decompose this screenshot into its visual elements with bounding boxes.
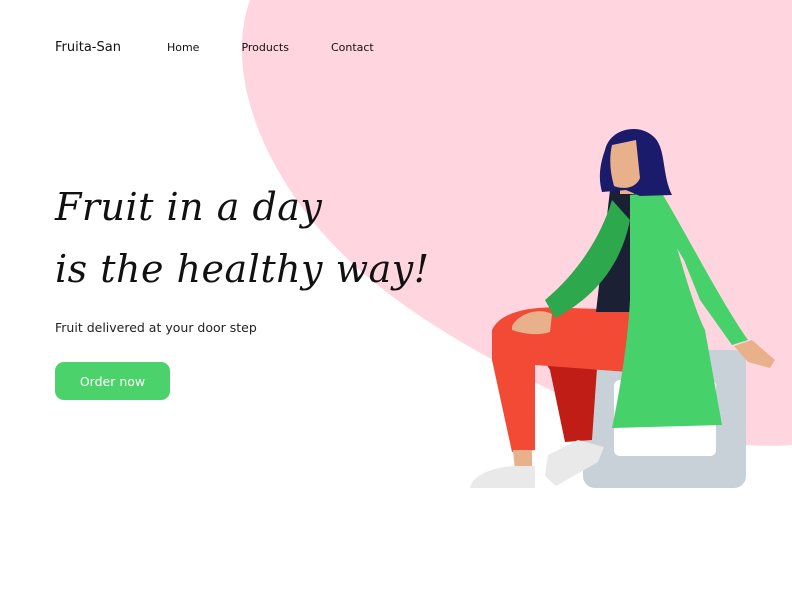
hero-title: Fruit in a day is the healthy way! bbox=[55, 176, 430, 300]
order-now-button[interactable]: Order now bbox=[55, 362, 170, 400]
woman-sitting-illustration-icon bbox=[470, 128, 775, 488]
nav-link-products[interactable]: Products bbox=[241, 41, 289, 54]
landing-page: Fruita-San Home Products Contact Fruit i… bbox=[0, 0, 792, 600]
nav-link-home[interactable]: Home bbox=[167, 41, 199, 54]
hero-title-line-2: is the healthy way! bbox=[55, 247, 430, 291]
top-navigation: Fruita-San Home Products Contact bbox=[55, 40, 416, 55]
hero-subtitle: Fruit delivered at your door step bbox=[55, 320, 257, 335]
brand-logo-text[interactable]: Fruita-San bbox=[55, 40, 121, 55]
nav-link-contact[interactable]: Contact bbox=[331, 41, 374, 54]
hero-title-line-1: Fruit in a day bbox=[55, 185, 323, 229]
